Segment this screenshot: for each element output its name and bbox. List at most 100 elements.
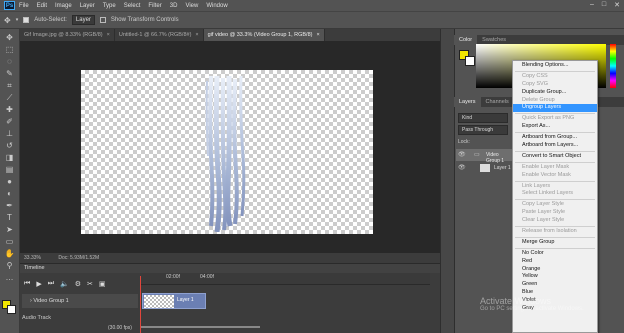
layer-row-group[interactable]: 👁 ▭ Video Group 1 <box>456 149 512 164</box>
zoom-slider[interactable] <box>140 326 260 328</box>
first-frame-icon[interactable]: ⏮ <box>24 280 30 288</box>
menu-window[interactable]: Window <box>206 3 227 9</box>
context-menu-item[interactable]: Ungroup Layers <box>513 104 597 113</box>
context-menu-item[interactable]: Orange <box>513 266 597 274</box>
marquee-tool-icon[interactable]: ⬚ <box>3 45 17 55</box>
layer-row[interactable]: 👁 Layer 1 <box>456 162 512 174</box>
stamp-tool-icon[interactable]: ⊥ <box>3 129 17 139</box>
brush-tool-icon[interactable]: ✐ <box>3 117 17 127</box>
menu-separator <box>515 247 595 249</box>
blend-mode-select[interactable]: Pass Through <box>458 125 508 135</box>
menu-3d[interactable]: 3D <box>170 3 178 9</box>
visibility-eye-icon[interactable]: 👁 <box>458 151 466 158</box>
pen-tool-icon[interactable]: ✒ <box>3 201 17 211</box>
panel-icon-strip <box>440 29 454 333</box>
expand-arrow-icon[interactable]: › <box>30 298 32 304</box>
panel-bg-color[interactable] <box>465 56 475 66</box>
play-icon[interactable]: ▶ <box>36 280 41 288</box>
tab-untitled-1[interactable]: Untitled-1 @ 66.7% (RGB/8#) × <box>115 29 204 41</box>
dodge-tool-icon[interactable]: ◐ <box>3 189 17 199</box>
menu-select[interactable]: Select <box>124 3 141 9</box>
menu-file[interactable]: File <box>19 3 29 9</box>
hand-tool-icon[interactable]: ✋ <box>3 249 17 259</box>
split-icon[interactable]: ✂ <box>87 280 93 288</box>
context-menu-item[interactable]: Green <box>513 281 597 289</box>
menu-edit[interactable]: Edit <box>37 3 47 9</box>
auto-select-checkbox[interactable] <box>23 17 30 23</box>
close-tab-icon[interactable]: × <box>107 32 110 38</box>
context-menu-item[interactable]: No Color <box>513 250 597 258</box>
path-select-tool-icon[interactable]: ➤ <box>3 225 17 235</box>
zoom-level[interactable]: 33.33% <box>24 255 41 261</box>
eraser-tool-icon[interactable]: ◨ <box>3 153 17 163</box>
quick-select-tool-icon[interactable]: ✎ <box>3 69 17 79</box>
show-transform-checkbox[interactable] <box>99 17 106 23</box>
zoom-tool-icon[interactable]: ⚲ <box>3 261 17 271</box>
menu-type[interactable]: Type <box>103 3 116 9</box>
context-menu-item[interactable]: Artboard from Layers... <box>513 142 597 150</box>
menu-view[interactable]: View <box>185 3 198 9</box>
video-frame-image <box>205 76 246 232</box>
tab-gif-video[interactable]: gif video @ 33.3% (Video Group 1, RGB/8)… <box>203 29 325 41</box>
move-tool-icon[interactable]: ✥ <box>3 33 17 43</box>
tools-panel: ✥ ⬚ ◌ ✎ ⌗ ⟋ ✚ ✐ ⊥ ↺ ◨ ▤ ● ◐ ✒ T ➤ ▭ ✋ ⚲ … <box>0 29 20 333</box>
context-menu-item: Paste Layer Style <box>522 209 566 216</box>
history-brush-icon[interactable]: ↺ <box>3 141 17 151</box>
context-menu-item[interactable]: Yellow <box>513 273 597 281</box>
video-group-track[interactable]: › Video Group 1 <box>22 294 138 308</box>
crop-tool-icon[interactable]: ⌗ <box>3 81 17 91</box>
visibility-eye-icon[interactable]: 👁 <box>458 164 466 171</box>
audio-track-label[interactable]: Audio Track <box>22 315 51 321</box>
context-menu-item[interactable]: Duplicate Group... <box>513 89 597 97</box>
close-tab-icon[interactable]: × <box>195 32 198 38</box>
settings-icon[interactable]: ⚙ <box>75 280 81 288</box>
tab-channels[interactable]: Channels <box>481 97 514 107</box>
folder-icon: ▭ <box>474 152 480 158</box>
gradient-tool-icon[interactable]: ▤ <box>3 165 17 175</box>
menu-image[interactable]: Image <box>55 3 72 9</box>
menu-layer[interactable]: Layer <box>80 3 95 9</box>
show-transform-label: Show Transform Controls <box>110 17 179 23</box>
background-color-swatch[interactable] <box>7 305 16 314</box>
shape-tool-icon[interactable]: ▭ <box>3 237 17 247</box>
document-tabs: Gif Image.jpg @ 8.33% (RGB/8) × Untitled-… <box>20 29 440 41</box>
more-tools-icon[interactable]: … <box>3 273 17 283</box>
timeline-header: Timeline <box>20 264 440 273</box>
tab-layers[interactable]: Layers <box>454 97 481 107</box>
type-tool-icon[interactable]: T <box>3 213 17 223</box>
tool-preset-dropdown[interactable]: ▾ <box>16 17 19 23</box>
tab-color[interactable]: Color <box>454 35 478 45</box>
menu-separator <box>515 236 595 238</box>
timeline-ruler[interactable]: 02:00f 04:00f <box>140 273 430 285</box>
auto-select-label: Auto-Select: <box>34 17 67 23</box>
close-tab-icon[interactable]: × <box>316 32 319 38</box>
auto-select-dropdown[interactable]: Layer <box>71 15 95 25</box>
context-menu-item: Enable Layer Mask <box>522 163 570 170</box>
context-menu-item[interactable]: Artboard from Group... <box>513 134 597 142</box>
tab-gif-image[interactable]: Gif Image.jpg @ 8.33% (RGB/8) × <box>20 29 115 41</box>
healing-tool-icon[interactable]: ✚ <box>3 105 17 115</box>
context-menu-item[interactable]: Export As... <box>513 123 597 131</box>
close-button[interactable]: ✕ <box>614 1 620 9</box>
context-menu-item[interactable]: Blending Options... <box>513 62 597 70</box>
audio-icon[interactable]: 🔈 <box>60 280 69 288</box>
context-menu-item[interactable]: Merge Group <box>513 239 597 247</box>
menu-separator <box>515 70 595 72</box>
minimize-button[interactable]: – <box>590 1 594 9</box>
playhead[interactable] <box>140 276 141 333</box>
context-menu-item[interactable]: Convert to Smart Object <box>513 153 597 161</box>
move-tool-icon[interactable]: ✥ <box>4 16 11 25</box>
context-menu-item: Copy CSS <box>522 72 548 79</box>
maximize-button[interactable]: □ <box>602 1 606 9</box>
last-frame-icon[interactable]: ⏭ <box>48 280 54 288</box>
menu-filter[interactable]: Filter <box>148 3 161 9</box>
blur-tool-icon[interactable]: ● <box>3 177 17 187</box>
layer-kind-filter[interactable]: Kind <box>458 113 508 123</box>
context-menu-item: Delete Group <box>522 96 555 103</box>
context-menu-item[interactable]: Red <box>513 258 597 266</box>
transition-icon[interactable]: ▣ <box>99 280 106 288</box>
video-clip[interactable]: Layer 1 <box>142 293 206 309</box>
lasso-tool-icon[interactable]: ◌ <box>3 57 17 67</box>
hue-slider[interactable] <box>610 44 616 88</box>
eyedropper-tool-icon[interactable]: ⟋ <box>3 93 17 103</box>
